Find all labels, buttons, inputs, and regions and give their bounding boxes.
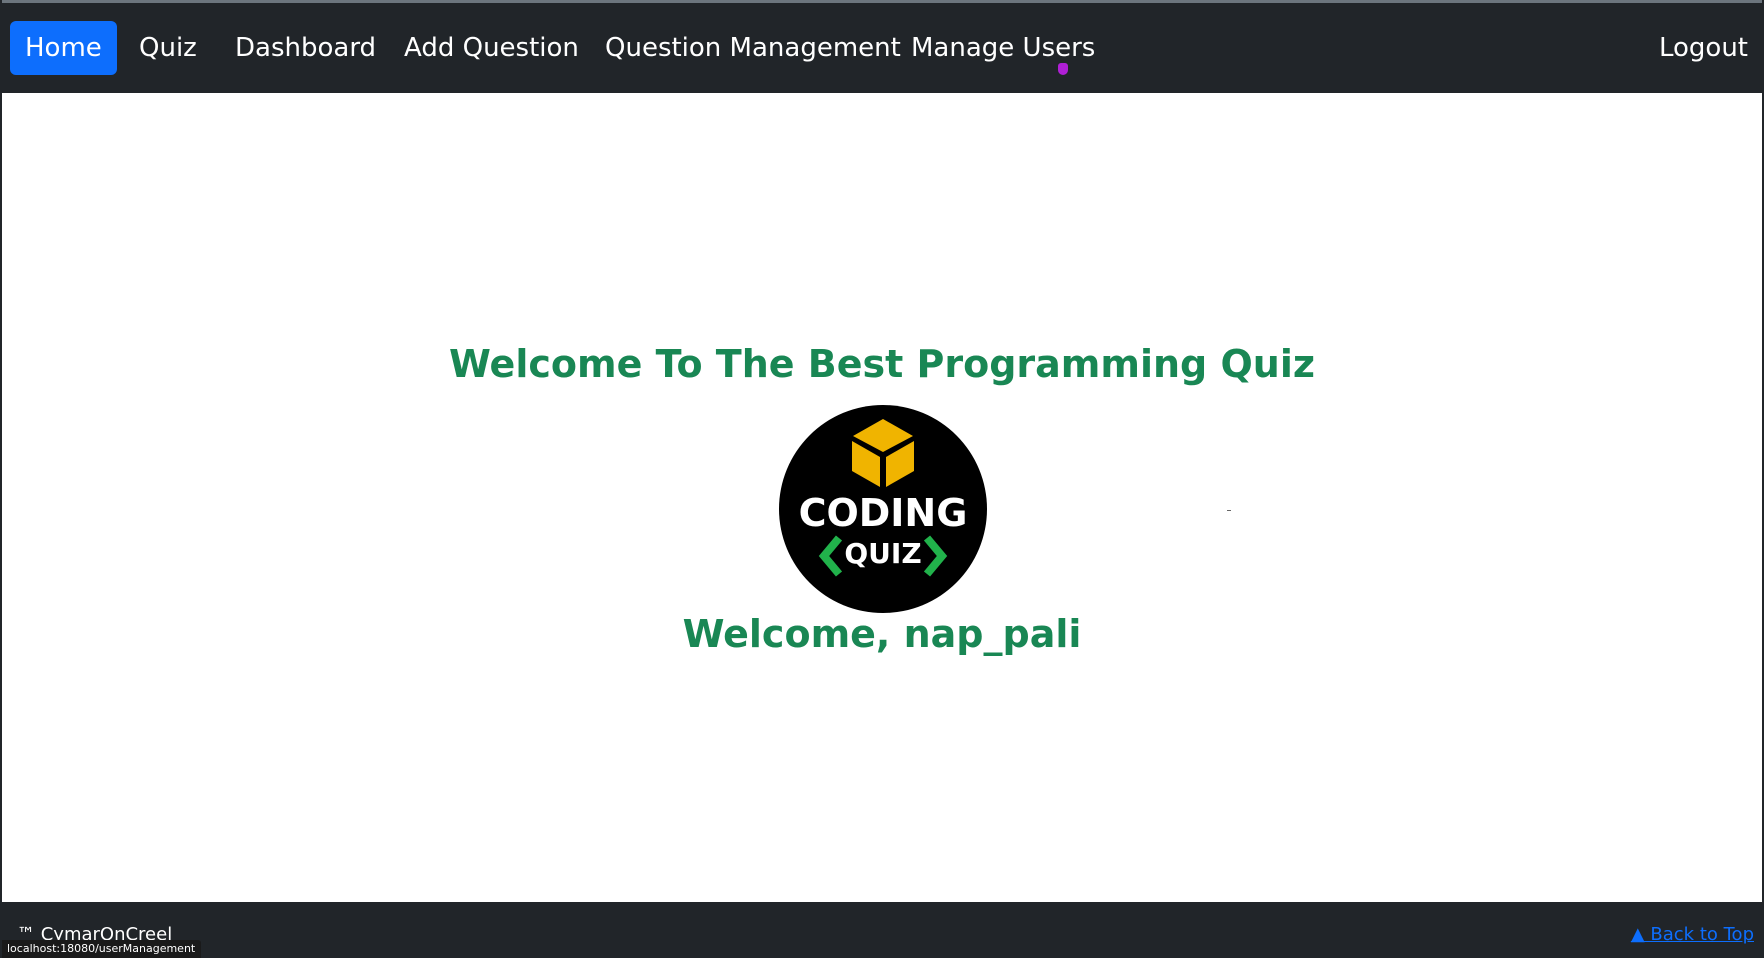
nav-question-management[interactable]: Question Management — [605, 21, 901, 75]
back-to-top-link[interactable]: ▲ Back to Top — [1631, 924, 1754, 945]
logo-text-quiz: QUIZ — [844, 537, 922, 570]
nav-logout[interactable]: Logout — [1659, 21, 1748, 75]
status-bar-url: localhost:18080/userManagement — [2, 940, 202, 958]
page: Home Quiz Dashboard Add Question Questio… — [0, 0, 1764, 958]
cursor-icon — [1058, 63, 1068, 75]
nav-home[interactable]: Home — [10, 21, 117, 75]
welcome-user-message: Welcome, nap_pali — [682, 612, 1082, 656]
page-title: Welcome To The Best Programming Quiz — [448, 342, 1315, 386]
nav-dashboard[interactable]: Dashboard — [235, 21, 376, 75]
navbar: Home Quiz Dashboard Add Question Questio… — [2, 0, 1762, 93]
logo-text-coding: CODING — [798, 491, 968, 535]
cube-icon — [852, 419, 914, 487]
nav-add-question[interactable]: Add Question — [404, 21, 579, 75]
coding-quiz-logo: CODING QUIZ — [779, 405, 987, 613]
footer: ™ CymarOnCreel ▲ Back to Top — [2, 902, 1762, 958]
nav-quiz[interactable]: Quiz — [139, 21, 197, 75]
stray-mark — [1227, 510, 1231, 511]
